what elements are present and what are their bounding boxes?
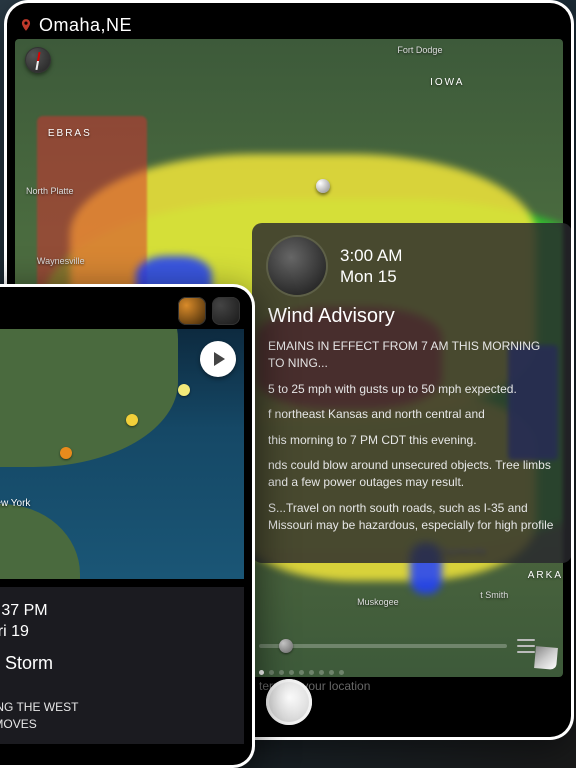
location-pin-icon[interactable] bbox=[19, 18, 33, 32]
storm-date: Fri 19 bbox=[0, 622, 48, 643]
wind-icon bbox=[268, 237, 326, 295]
map-label-smith: t Smith bbox=[480, 590, 508, 600]
radar-mode-button[interactable] bbox=[178, 297, 206, 325]
map-label-fortdodge: Fort Dodge bbox=[397, 45, 442, 55]
play-button[interactable] bbox=[200, 341, 236, 377]
timeline-slider[interactable] bbox=[259, 644, 507, 648]
forecast-button[interactable] bbox=[212, 297, 240, 325]
map-label-arkansas: ARKA bbox=[528, 570, 563, 581]
advisory-body: EMAINS IN EFFECT FROM 7 AM THIS MORNING … bbox=[268, 338, 556, 535]
page-indicator[interactable] bbox=[259, 670, 344, 675]
advisory-time: 3:00 AM bbox=[340, 245, 402, 266]
storm-datetime: 8:37 PM Fri 19 bbox=[0, 601, 48, 643]
map-label-waynesville: Waynesville bbox=[37, 256, 85, 266]
advisory-card[interactable]: 3:00 AM Mon 15 Wind Advisory EMAINS IN E… bbox=[252, 223, 571, 563]
map-label-muskogee: Muskogee bbox=[357, 597, 399, 607]
storm-time: 8:37 PM bbox=[0, 601, 48, 622]
advisory-datetime: 3:00 AM Mon 15 bbox=[340, 245, 402, 288]
storm-card[interactable]: 8:37 PM Fri 19 Cyclone: Storm DREA RRING… bbox=[0, 587, 244, 744]
front-tablet-frame: New York B Dec shington NG 8:37 PM Fri 1… bbox=[0, 284, 255, 768]
storm-header: 8:37 PM Fri 19 bbox=[0, 599, 230, 645]
storm-body: DREA RRING ALONG THE WEST S ANDREA MOVES bbox=[0, 682, 230, 732]
map-label-nebraska: EBRAS bbox=[48, 128, 92, 139]
home-button[interactable] bbox=[266, 679, 312, 725]
front-tablet-screen: New York B Dec shington NG 8:37 PM Fri 1… bbox=[0, 287, 252, 765]
map-label-newyork: New York bbox=[0, 498, 30, 509]
toolbar bbox=[178, 297, 240, 325]
timeline-row bbox=[259, 639, 535, 653]
map-label-iowa: IOWA bbox=[430, 77, 464, 88]
advisory-header: 3:00 AM Mon 15 bbox=[268, 237, 556, 295]
menu-icon[interactable] bbox=[517, 639, 535, 653]
advisory-date: Mon 15 bbox=[340, 266, 402, 287]
compass-icon[interactable] bbox=[25, 47, 51, 73]
advisory-title: Wind Advisory bbox=[268, 305, 556, 328]
map-label-northplatte: North Platte bbox=[26, 186, 74, 196]
page-curl-icon[interactable] bbox=[534, 646, 558, 670]
top-bar: Omaha,NE bbox=[15, 11, 563, 39]
storm-title: Cyclone: Storm bbox=[0, 653, 230, 674]
location-text[interactable]: Omaha,NE bbox=[39, 15, 132, 36]
